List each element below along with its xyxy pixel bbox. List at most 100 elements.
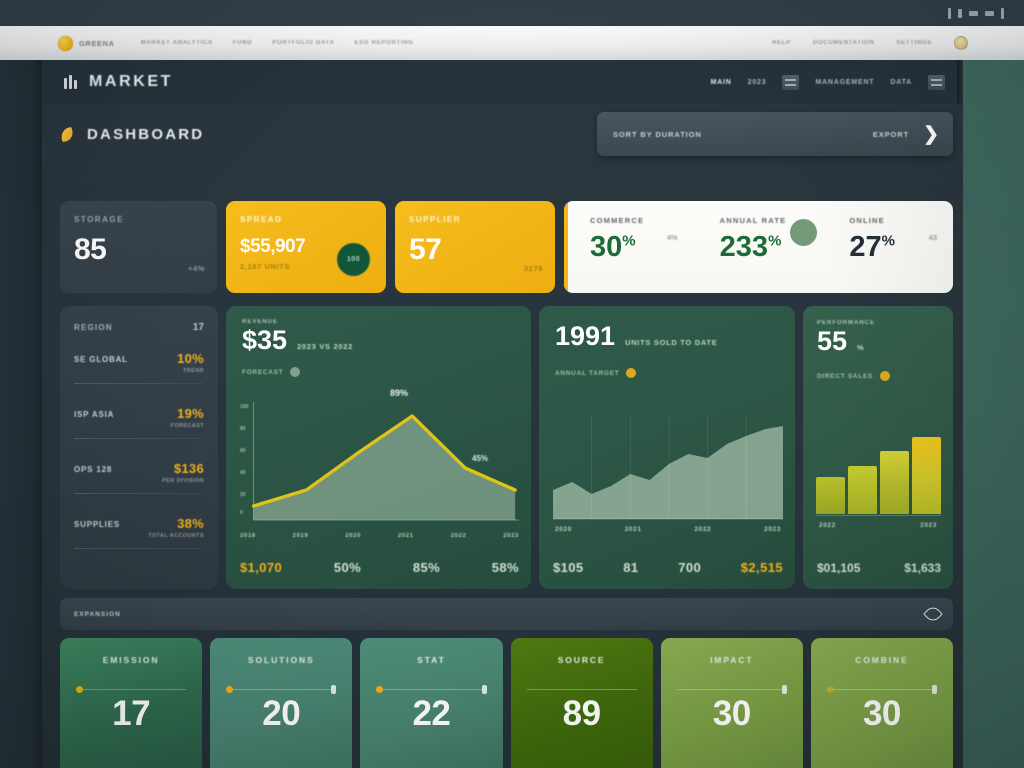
menu-icon [1001,8,1004,19]
nav-link-market-analytics[interactable]: MARKET ANALYTICS [141,40,213,46]
area-chart-svg [553,416,783,520]
brand-name: GREENA [79,38,115,48]
expansion-toolbar[interactable]: EXPANSION [60,598,953,630]
stat-slider[interactable] [526,689,637,690]
stat-card-source[interactable]: SOURCE 89 [510,638,653,768]
stat-slider[interactable] [826,685,938,694]
area-chart-footer: $105 81 700 $2,515 [553,560,783,575]
x-tick: 2022 [819,522,836,529]
stat-slider[interactable] [76,686,187,693]
revenue-line-chart-card[interactable]: REVENUE $35 2023 VS 2022 FORECAST 100 80… [226,306,531,589]
stat-card-impact[interactable]: IMPACT 30 [660,638,803,768]
search-bar[interactable]: SORT BY DURATION EXPORT ❯ [597,112,953,156]
x-tick: 2023 [503,533,519,539]
leaf-outline-icon[interactable] [925,606,941,622]
y-tick: 20 [240,492,246,498]
nav-link-documentation[interactable]: DOCUMENTATION [813,40,875,46]
legend-label: DIRECT SALES [817,372,874,380]
footer-value: 58% [491,560,519,575]
stat-card-emission[interactable]: EMISSION 17 [60,638,203,768]
header-item-year[interactable]: 2023 [748,79,767,86]
slider-knob[interactable] [481,685,487,694]
header-item-management[interactable]: MANAGEMENT [815,79,874,86]
bar [816,477,845,514]
left-gutter [0,60,42,768]
os-status-bar [0,0,1024,26]
legend-swatch [880,371,891,381]
slider-handle[interactable] [376,686,384,693]
nav-link-portfolio-data[interactable]: PORTFOLIO DATA [272,40,334,46]
stat-cards-row: EMISSION 17 SOLUTIONS 20 STAT 22 SOURCE … [60,638,954,768]
dashboard: DASHBOARD SORT BY DURATION EXPORT ❯ STOR… [42,104,963,768]
region-list-card[interactable]: REGION 17 SE GLOBAL 10% TREND ISP ASIA 1… [60,306,218,589]
metric-annual-rate[interactable]: ANNUAL RATE 233% [694,201,824,262]
header-item-main[interactable]: MAIN [711,79,732,86]
toolbar-label: EXPANSION [74,610,121,618]
x-tick: 2023 [764,526,781,533]
stat-slider[interactable] [226,685,337,694]
x-tick: 2020 [555,526,572,533]
x-tick: 2019 [292,533,309,539]
stat-label: COMBINE [855,655,909,665]
list-item[interactable]: SUPPLIES 38% TOTAL ACCOUNTS [74,516,204,571]
growth-area-chart-card[interactable]: 1991 UNITS SOLD TO DATE ANNUAL TARGET 20… [539,306,795,589]
metric-online[interactable]: ONLINE 27% 43 [823,201,953,262]
list-item[interactable]: ISP ASIA 19% FORECAST [74,406,204,461]
list-item-note: TOTAL ACCOUNTS [148,533,204,539]
line-chart-svg [251,402,519,521]
footer-value: 85% [412,560,441,575]
app-frame: MARKET MAIN 2023 MANAGEMENT DATA DASHBOA… [0,60,1024,768]
chevron-right-icon[interactable]: ❯ [923,125,939,144]
header-grid-chip-icon[interactable] [928,74,945,90]
slider-handle[interactable] [76,686,83,693]
nav-link-fund[interactable]: FUND [233,40,252,46]
stat-slider[interactable] [376,685,487,694]
kpi-panel-metrics[interactable]: COMMERCE 30% 4% ANNUAL RATE 233% ONLINE … [564,201,953,293]
list-item[interactable]: OPS 128 $136 PER DIVISION [74,461,204,516]
chart-title-unit: % [857,343,865,352]
nav-link-settings[interactable]: SETTINGS [896,40,932,46]
metric-commerce[interactable]: COMMERCE 30% 4% [564,201,694,262]
y-tick: 100 [240,404,249,410]
search-input[interactable]: SORT BY DURATION [613,130,702,139]
performance-bar-chart-card[interactable]: PERFORMANCE 55 % DIRECT SALES 2022 2023 … [803,306,953,589]
stat-card-stat[interactable]: STAT 22 [360,638,503,768]
nav-link-help[interactable]: HELP [772,40,791,46]
header-item-data[interactable]: DATA [890,79,912,86]
export-button[interactable]: EXPORT [873,130,909,139]
chart-title: 1991 [555,321,616,351]
kpi-label: SPREAD [240,215,283,224]
stat-card-solutions[interactable]: SOLUTIONS 20 [210,638,353,768]
y-tick: 60 [240,448,246,454]
header-filter-chip-icon[interactable] [782,74,800,90]
list-item-note: PER DIVISION [162,478,204,484]
slider-knob[interactable] [781,685,787,694]
kpi-card-storage[interactable]: STORAGE 85 +4% [60,201,217,293]
footer-value: $2,515 [740,560,783,575]
line-chart-plot: 100 80 60 40 20 0 89% 45% [240,388,519,527]
kpi-card-spread[interactable]: SPREAD $55,907 2,187 UNITS 100 [226,201,386,293]
brand[interactable]: GREENA [58,35,115,51]
list-item[interactable]: SE GLOBAL 10% TREND [74,351,204,406]
chart-annotation-peak: 89% [390,388,409,398]
slider-knob[interactable] [331,685,337,694]
app-header-actions: MAIN 2023 MANAGEMENT DATA [711,74,945,90]
list-item-label: SUPPLIES [74,520,120,529]
slider-handle[interactable] [226,686,234,693]
slider-knob[interactable] [932,685,938,694]
avatar[interactable] [954,36,968,50]
right-rail-panel [963,60,1024,768]
kpi-card-supplier[interactable]: SUPPLIER 57 3278 [395,201,555,293]
nav-link-esg-reporting[interactable]: ESG REPORTING [355,40,414,46]
metric-unit: % [881,232,895,250]
footer-value: 50% [333,560,362,575]
x-tick: 2018 [240,533,256,539]
stat-card-combine[interactable]: COMBINE 30 [810,638,954,768]
footer-value: 81 [623,560,639,575]
stat-slider[interactable] [676,685,787,694]
slider-handle[interactable] [826,686,834,693]
signal-icon [958,9,962,18]
list-title: REGION [74,323,113,332]
x-tick: 2022 [450,533,467,539]
footer-value: $105 [553,560,584,575]
